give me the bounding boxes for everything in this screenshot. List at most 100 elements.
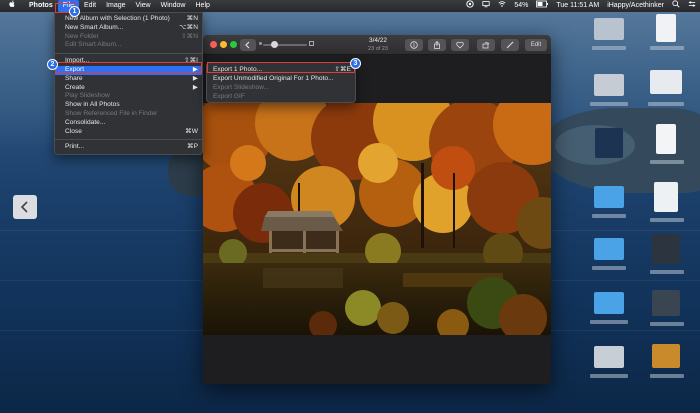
desktop-file-label xyxy=(592,46,626,50)
apple-menu-icon[interactable] xyxy=(0,0,24,12)
menu-item-shortcut: ⌘N xyxy=(186,15,198,22)
menu-item-export-unmodified-original[interactable]: Export Unmodified Original For 1 Photo..… xyxy=(207,74,355,83)
menu-item-close[interactable]: Close ⌘W xyxy=(55,128,202,137)
desktop-file-label xyxy=(592,214,626,218)
rotate-button[interactable] xyxy=(477,39,495,51)
window-zoom-button[interactable] xyxy=(230,41,237,48)
menu-item-share[interactable]: Share ▶ xyxy=(55,75,202,84)
desktop-file-icon[interactable] xyxy=(594,74,624,96)
menu-image[interactable]: Image xyxy=(101,0,130,12)
folder-icon[interactable] xyxy=(594,238,624,260)
menu-separator xyxy=(55,139,202,141)
desktop-file-label xyxy=(648,102,684,106)
menu-item-shortcut: ⌘W xyxy=(185,127,198,135)
menu-item-label: Export Slideshow... xyxy=(213,84,270,91)
desktop-document-icon[interactable] xyxy=(656,14,676,42)
favorite-button[interactable] xyxy=(451,39,469,51)
zoom-in-icon xyxy=(309,41,314,46)
menu-item-edit-smart-album: Edit Smart Album... xyxy=(55,41,202,50)
menu-item-label: New Album with Selection (1 Photo) xyxy=(65,15,170,22)
menu-separator xyxy=(55,53,202,55)
user-name[interactable]: iHappy/Acethinker xyxy=(603,0,668,12)
zoom-slider-track[interactable] xyxy=(263,44,307,46)
menu-item-new-smart-album[interactable]: New Smart Album... ⌥⌘N xyxy=(55,24,202,33)
menu-item-label: Edit Smart Album... xyxy=(65,41,122,49)
window-minimize-button[interactable] xyxy=(220,41,227,48)
menu-item-show-in-all-photos[interactable]: Show in All Photos xyxy=(55,101,202,110)
status-circle-icon[interactable] xyxy=(462,0,478,12)
menu-edit[interactable]: Edit xyxy=(79,0,101,12)
wifi-icon[interactable] xyxy=(494,0,510,12)
chevron-left-icon xyxy=(20,201,28,213)
menu-item-label: Print... xyxy=(65,143,85,151)
step-badge-3: 3 xyxy=(350,58,361,69)
back-button[interactable] xyxy=(240,39,256,51)
share-button[interactable] xyxy=(428,39,446,51)
photo-count: 23 of 23 xyxy=(368,46,388,52)
step-badge-2: 2 xyxy=(47,59,58,70)
battery-percent[interactable]: 54% xyxy=(510,0,532,12)
control-center-icon[interactable] xyxy=(684,0,700,12)
photo-image xyxy=(203,103,551,335)
clock[interactable]: Tue 11:51 AM xyxy=(552,0,603,12)
menu-item-label: Close xyxy=(65,127,82,135)
desktop-file-label xyxy=(650,46,684,50)
menu-item-shortcut: ⇧⌘N xyxy=(181,32,198,40)
desktop-file-label xyxy=(650,160,684,164)
search-icon[interactable] xyxy=(668,0,684,12)
menu-view[interactable]: View xyxy=(131,0,156,12)
desktop-file-label xyxy=(650,218,684,222)
status-area: 54% Tue 11:51 AM iHappy/Acethinker xyxy=(462,0,700,12)
desktop-file-label xyxy=(590,102,628,106)
window-close-button[interactable] xyxy=(210,41,217,48)
menu-item-consolidate[interactable]: Consolidate... xyxy=(55,119,202,128)
zoom-out-icon xyxy=(259,42,262,45)
desktop-file-icon[interactable] xyxy=(595,128,623,158)
enhance-button[interactable] xyxy=(501,39,519,51)
desktop-file-label xyxy=(650,322,684,326)
photos-toolbar: 3/4/22 23 of 23 Edit xyxy=(203,35,551,55)
display-icon[interactable] xyxy=(478,0,494,12)
info-icon xyxy=(410,41,418,49)
desktop-file-label xyxy=(590,320,628,324)
heart-icon xyxy=(456,41,464,49)
menu-item-print[interactable]: Print... ⌘P xyxy=(55,143,202,152)
desktop-file-label xyxy=(592,266,626,270)
info-button[interactable] xyxy=(405,39,423,51)
menu-item-label: Show Referenced File in Finder xyxy=(65,109,158,117)
highlight-export-item xyxy=(55,62,202,73)
magic-wand-icon xyxy=(506,41,514,49)
menu-item-create[interactable]: Create ▶ xyxy=(55,84,202,93)
menu-window[interactable]: Window xyxy=(156,0,191,12)
rotate-icon xyxy=(482,42,490,49)
desktop-file-icon[interactable] xyxy=(594,346,624,368)
edit-button[interactable]: Edit xyxy=(525,39,547,51)
menu-item-play-slideshow: Play Slideshow xyxy=(55,92,202,101)
share-icon xyxy=(434,41,440,49)
step-badge-1: 1 xyxy=(69,6,80,17)
submenu-arrow-icon: ▶ xyxy=(192,83,198,91)
app-name-menu[interactable]: Photos xyxy=(24,0,58,12)
desktop-file-icon[interactable] xyxy=(594,18,624,40)
desktop-file-label xyxy=(590,374,628,378)
desktop-document-icon[interactable] xyxy=(654,182,678,212)
menu-item-shortcut: ⌥⌘N xyxy=(179,23,198,31)
menu-help[interactable]: Help xyxy=(191,0,215,12)
highlight-export-photo-item xyxy=(207,62,355,73)
desktop-file-icon[interactable] xyxy=(650,70,682,94)
folder-icon[interactable] xyxy=(594,292,624,314)
file-menu-dropdown: New Album with Selection (1 Photo) ⌘N Ne… xyxy=(54,12,203,155)
zoom-slider-knob[interactable] xyxy=(271,41,278,48)
photo-viewer xyxy=(203,55,551,384)
desktop-file-icon[interactable] xyxy=(652,234,680,264)
autumn-gazebo-photo[interactable] xyxy=(203,103,551,335)
desktop-image-icon[interactable] xyxy=(652,344,680,368)
menu-item-label: New Smart Album... xyxy=(65,23,124,31)
desktop-document-icon[interactable] xyxy=(656,124,676,154)
menu-item-show-referenced-file: Show Referenced File in Finder xyxy=(55,110,202,119)
folder-icon[interactable] xyxy=(594,186,624,208)
menu-item-label: Export GIF xyxy=(213,93,245,100)
previous-arrow-button[interactable] xyxy=(13,195,37,219)
battery-icon[interactable] xyxy=(532,0,552,12)
desktop-file-icon[interactable] xyxy=(652,290,680,316)
